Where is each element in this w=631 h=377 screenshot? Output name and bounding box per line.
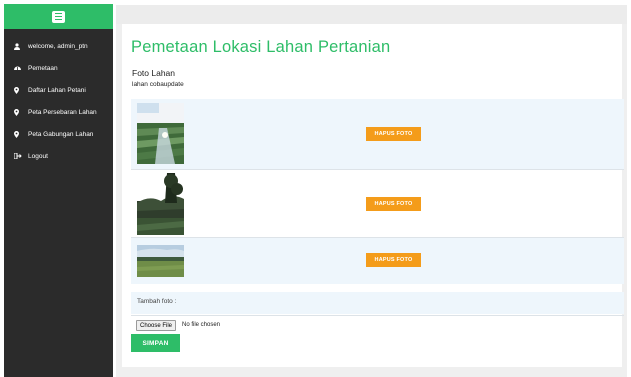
sidebar-item-logout[interactable]: Logout	[4, 145, 113, 167]
delete-photo-button[interactable]: HAPUS FOTO	[366, 127, 421, 141]
map-marker-icon	[14, 86, 24, 94]
section-title: Foto Lahan	[132, 68, 176, 78]
sidebar-item-label: Logout	[28, 152, 48, 160]
photo-row: HAPUS FOTO	[131, 238, 624, 284]
photo-row: HAPUS FOTO	[131, 99, 624, 169]
sidebar-item-pemetaan[interactable]: Pemetaan	[4, 57, 113, 79]
file-status: No file chosen	[182, 322, 221, 328]
sign-out-icon	[14, 153, 24, 159]
add-photo-label: Tambah foto :	[137, 298, 177, 305]
user-icon	[14, 42, 24, 50]
sidebar-item-peta-persebaran[interactable]: Peta Persebaran Lahan	[4, 101, 113, 123]
page-title: Pemetaan Lokasi Lahan Pertanian	[131, 38, 391, 56]
sidebar-item-label: Peta Persebaran Lahan	[28, 108, 97, 116]
sidebar-item-welcome: welcome, admin_ptn	[4, 35, 113, 57]
add-photo-row: Tambah foto :	[131, 292, 624, 314]
photo-row: HAPUS FOTO	[131, 170, 624, 237]
field-photo	[137, 103, 184, 164]
choose-file-button[interactable]: Choose File	[136, 320, 177, 331]
sidebar-item-label: Daftar Lahan Petani	[28, 86, 86, 94]
sidebar-item-label: Peta Gabungan Lahan	[28, 130, 94, 138]
map-marker-icon	[14, 108, 24, 116]
delete-photo-button[interactable]: HAPUS FOTO	[366, 197, 421, 211]
hamburger-icon[interactable]	[52, 10, 65, 23]
dashboard-icon	[14, 65, 24, 71]
delete-photo-button[interactable]: HAPUS FOTO	[366, 253, 421, 267]
field-photo	[137, 245, 184, 277]
sidebar-nav: welcome, admin_ptn Pemetaan Daftar Lahan…	[4, 29, 113, 167]
field-photo	[137, 173, 184, 235]
top-bar	[116, 5, 627, 24]
sidebar-item-daftar-lahan[interactable]: Daftar Lahan Petani	[4, 79, 113, 101]
divider	[131, 315, 624, 316]
map-marker-icon	[14, 130, 24, 138]
sidebar-item-peta-gabungan[interactable]: Peta Gabungan Lahan	[4, 123, 113, 145]
save-button[interactable]: SIMPAN	[131, 334, 180, 352]
sidebar-item-label: Pemetaan	[28, 64, 58, 72]
section-subtitle: lahan cobaupdate	[132, 81, 184, 88]
sidebar: welcome, admin_ptn Pemetaan Daftar Lahan…	[4, 4, 113, 377]
sidebar-header	[4, 4, 113, 29]
sidebar-item-label: welcome, admin_ptn	[28, 42, 88, 50]
